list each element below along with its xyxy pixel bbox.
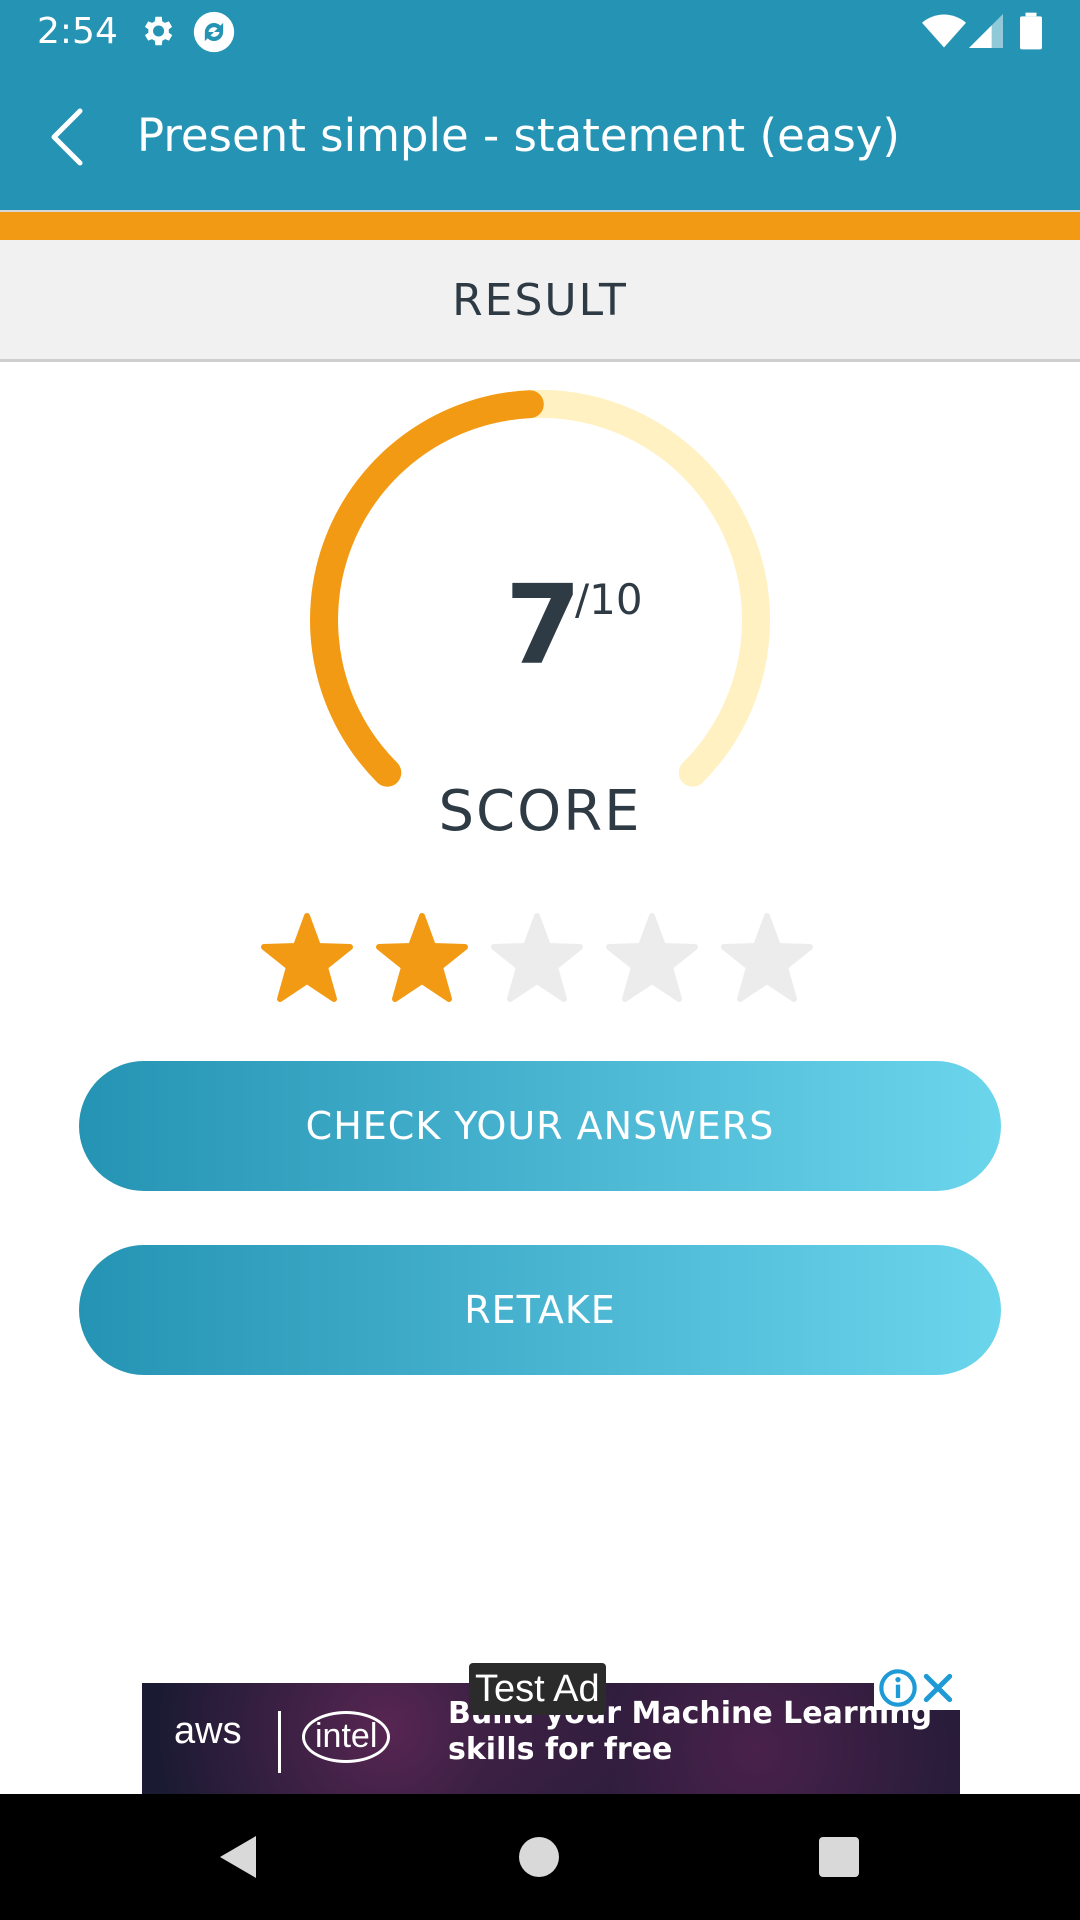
star-filled-icon	[259, 910, 355, 1006]
nav-back-icon[interactable]	[214, 1832, 264, 1882]
star-empty-icon	[604, 910, 700, 1006]
ad-brand-intel: intel	[302, 1711, 391, 1763]
retake-button[interactable]: RETAKE	[79, 1245, 1001, 1375]
star-empty-icon	[719, 910, 815, 1006]
cell-signal-icon	[968, 14, 1004, 52]
ad-close-icon[interactable]	[918, 1668, 958, 1708]
score-gauge-fill	[310, 390, 544, 787]
star-filled-icon	[374, 910, 470, 1006]
nav-recents-icon[interactable]	[814, 1832, 864, 1882]
battery-icon	[1020, 12, 1042, 54]
ad-brand-aws: aws	[174, 1710, 242, 1752]
check-answers-button[interactable]: CHECK YOUR ANSWERS	[79, 1061, 1001, 1191]
ad-separator	[278, 1711, 281, 1773]
star-rating	[259, 910, 819, 1006]
test-ad-badge: Test Ad	[469, 1663, 606, 1715]
result-label: RESULT	[452, 275, 628, 326]
status-time: 2:54	[37, 11, 118, 52]
chevron-left-icon	[51, 108, 83, 166]
back-button[interactable]	[40, 99, 96, 175]
result-header: RESULT	[0, 240, 1080, 362]
app-bar: Present simple - statement (easy)	[0, 63, 1080, 210]
wifi-icon	[922, 14, 966, 52]
nav-home-icon[interactable]	[514, 1832, 564, 1882]
score-value: 7	[505, 561, 582, 689]
sync-app-icon	[192, 10, 236, 58]
score-total: /10	[575, 575, 643, 624]
status-bar: 2:54	[0, 0, 1080, 63]
gear-icon	[138, 12, 176, 54]
score-label: SCORE	[438, 779, 642, 844]
accent-bar	[0, 212, 1080, 240]
system-nav-bar	[0, 1794, 1080, 1920]
star-empty-icon	[489, 910, 585, 1006]
ad-headline-line2: skills for free	[448, 1732, 673, 1767]
page-title: Present simple - statement (easy)	[137, 109, 900, 162]
ad-info-icon[interactable]	[878, 1668, 918, 1708]
